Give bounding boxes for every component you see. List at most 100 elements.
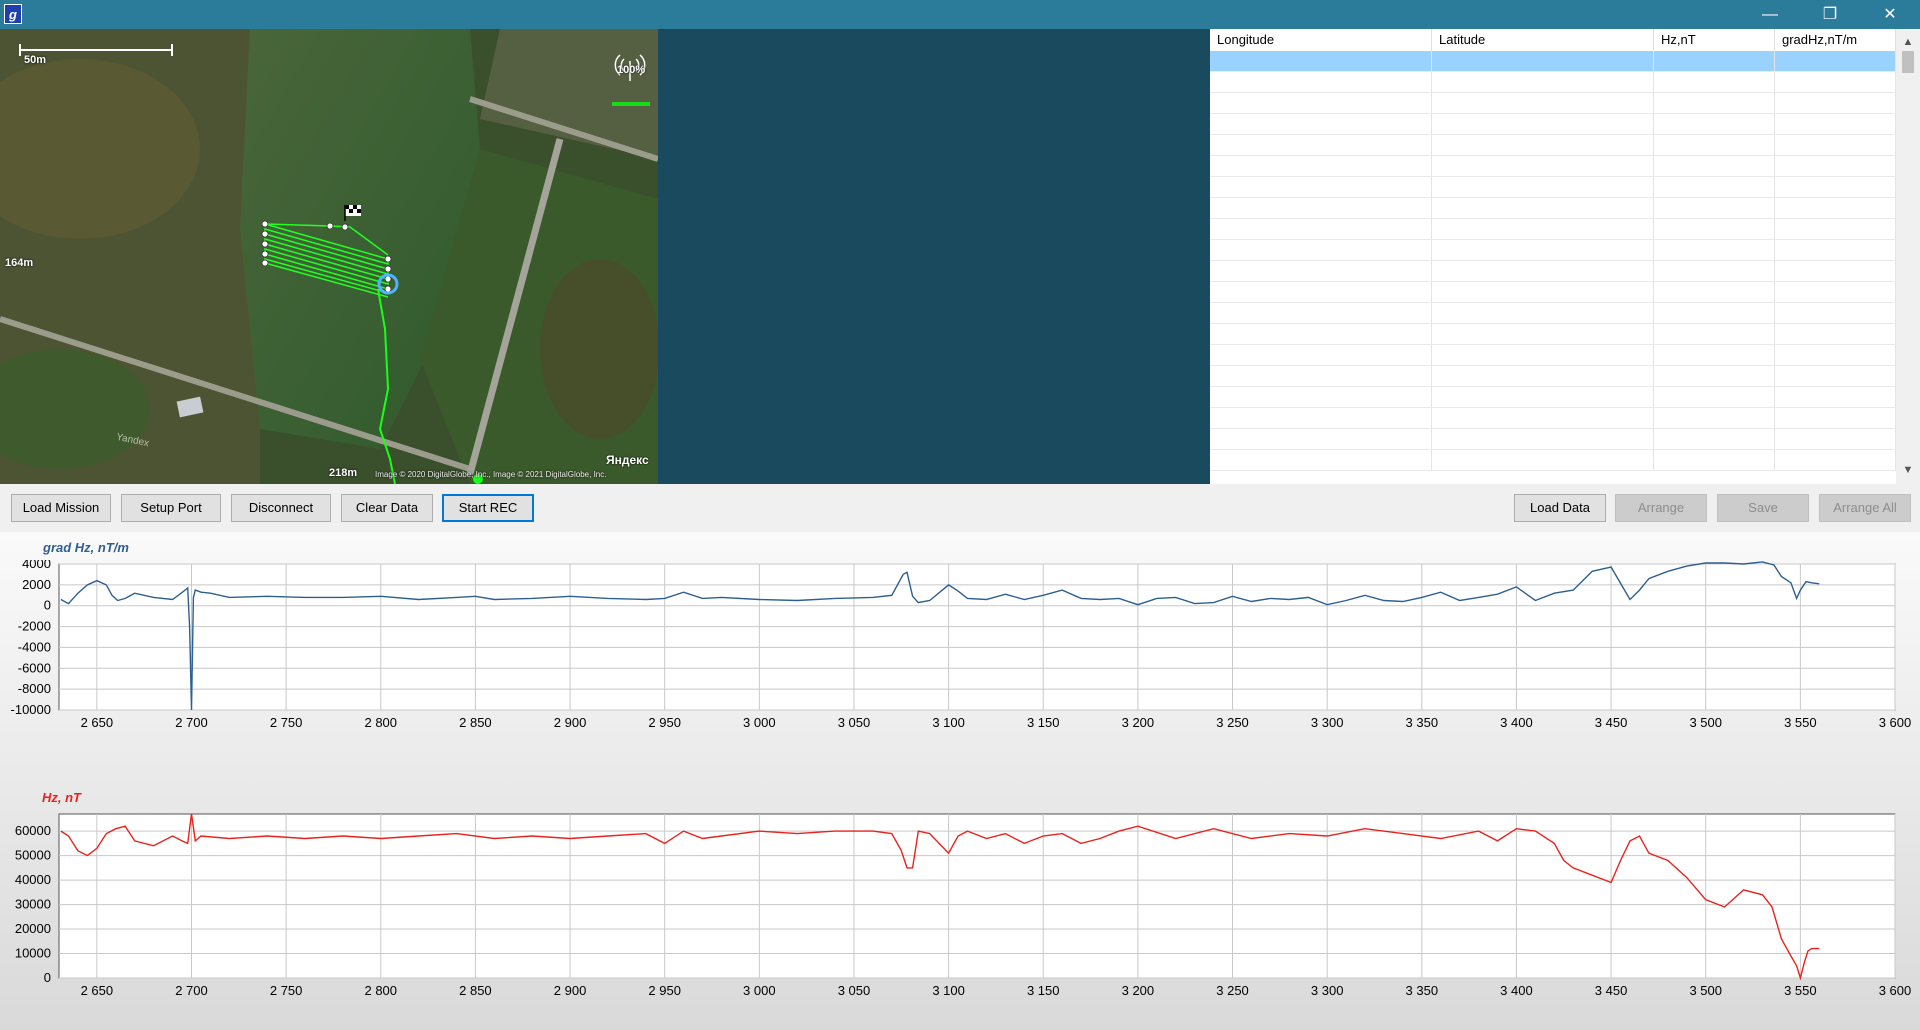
- table-cell[interactable]: [1432, 261, 1654, 281]
- table-row[interactable]: [1210, 198, 1896, 219]
- table-cell[interactable]: [1654, 387, 1775, 407]
- table-cell[interactable]: [1210, 345, 1432, 365]
- table-cell[interactable]: [1432, 156, 1654, 176]
- table-cell[interactable]: [1432, 429, 1654, 449]
- table-row[interactable]: [1210, 51, 1896, 72]
- table-cell[interactable]: [1432, 240, 1654, 260]
- table-row[interactable]: [1210, 303, 1896, 324]
- table-cell[interactable]: [1775, 93, 1896, 113]
- table-cell[interactable]: [1432, 93, 1654, 113]
- grid-scrollbar[interactable]: ▲ ▼: [1896, 29, 1920, 484]
- table-row[interactable]: [1210, 324, 1896, 345]
- table-cell[interactable]: [1654, 429, 1775, 449]
- table-cell[interactable]: [1432, 387, 1654, 407]
- table-cell[interactable]: [1775, 387, 1896, 407]
- table-cell[interactable]: [1210, 114, 1432, 134]
- table-cell[interactable]: [1210, 72, 1432, 92]
- table-cell[interactable]: [1210, 366, 1432, 386]
- table-row[interactable]: [1210, 345, 1896, 366]
- table-cell[interactable]: [1775, 240, 1896, 260]
- table-cell[interactable]: [1654, 324, 1775, 344]
- table-cell[interactable]: [1210, 261, 1432, 281]
- table-cell[interactable]: [1775, 72, 1896, 92]
- table-cell[interactable]: [1210, 219, 1432, 239]
- table-cell[interactable]: [1775, 429, 1896, 449]
- table-cell[interactable]: [1432, 198, 1654, 218]
- column-header-longitude[interactable]: Longitude: [1210, 29, 1432, 51]
- table-cell[interactable]: [1654, 240, 1775, 260]
- table-cell[interactable]: [1654, 198, 1775, 218]
- start-rec-button[interactable]: Start REC: [442, 494, 534, 522]
- table-row[interactable]: [1210, 366, 1896, 387]
- table-cell[interactable]: [1432, 114, 1654, 134]
- load-mission-button[interactable]: Load Mission: [11, 494, 111, 522]
- table-cell[interactable]: [1775, 219, 1896, 239]
- table-cell[interactable]: [1210, 240, 1432, 260]
- table-row[interactable]: [1210, 114, 1896, 135]
- scroll-up-icon[interactable]: ▲: [1896, 33, 1920, 51]
- table-cell[interactable]: [1654, 177, 1775, 197]
- table-cell[interactable]: [1210, 156, 1432, 176]
- arrange-button[interactable]: Arrange: [1615, 494, 1707, 522]
- table-cell[interactable]: [1654, 261, 1775, 281]
- table-cell[interactable]: [1775, 408, 1896, 428]
- close-button[interactable]: ✕: [1860, 0, 1920, 29]
- satellite-map[interactable]: 50m 100% 164m 218m Yandex Image © 2020 D…: [0, 29, 658, 484]
- table-cell[interactable]: [1210, 324, 1432, 344]
- table-cell[interactable]: [1210, 387, 1432, 407]
- table-cell[interactable]: [1775, 303, 1896, 323]
- table-cell[interactable]: [1210, 282, 1432, 302]
- table-cell[interactable]: [1775, 135, 1896, 155]
- table-cell[interactable]: [1432, 450, 1654, 470]
- hz-chart[interactable]: 2 650 2 700 2 750 2 800 2 850 2 900 2 950 3 000…: [0, 810, 1920, 1030]
- table-cell[interactable]: [1210, 198, 1432, 218]
- table-cell[interactable]: [1210, 429, 1432, 449]
- disconnect-button[interactable]: Disconnect: [231, 494, 331, 522]
- save-button[interactable]: Save: [1717, 494, 1809, 522]
- table-row[interactable]: [1210, 429, 1896, 450]
- table-cell[interactable]: [1654, 135, 1775, 155]
- table-cell[interactable]: [1432, 345, 1654, 365]
- scroll-down-icon[interactable]: ▼: [1896, 461, 1920, 479]
- table-cell[interactable]: [1210, 408, 1432, 428]
- table-cell[interactable]: [1432, 219, 1654, 239]
- table-row[interactable]: [1210, 450, 1896, 471]
- table-row[interactable]: [1210, 261, 1896, 282]
- table-cell[interactable]: [1210, 450, 1432, 470]
- grad-hz-chart[interactable]: 2 650 2 700 2 750 2 800 2 850 2 900 2 950 3 000…: [0, 560, 1920, 760]
- table-cell[interactable]: [1432, 408, 1654, 428]
- table-cell[interactable]: [1432, 72, 1654, 92]
- table-cell[interactable]: [1432, 51, 1654, 71]
- table-cell[interactable]: [1775, 51, 1896, 71]
- arrange-all-button[interactable]: Arrange All: [1819, 494, 1911, 522]
- table-row[interactable]: [1210, 282, 1896, 303]
- table-cell[interactable]: [1210, 135, 1432, 155]
- table-cell[interactable]: [1432, 303, 1654, 323]
- table-cell[interactable]: [1775, 450, 1896, 470]
- table-cell[interactable]: [1775, 366, 1896, 386]
- table-cell[interactable]: [1654, 282, 1775, 302]
- load-data-button[interactable]: Load Data: [1514, 494, 1606, 522]
- table-row[interactable]: [1210, 93, 1896, 114]
- table-cell[interactable]: [1654, 408, 1775, 428]
- table-cell[interactable]: [1775, 114, 1896, 134]
- table-cell[interactable]: [1210, 93, 1432, 113]
- table-row[interactable]: [1210, 72, 1896, 93]
- table-cell[interactable]: [1432, 177, 1654, 197]
- table-row[interactable]: [1210, 219, 1896, 240]
- table-cell[interactable]: [1775, 177, 1896, 197]
- data-grid[interactable]: Longitude Latitude Hz,nT gradHz,nT/m ▲ ▼: [1210, 29, 1920, 484]
- table-cell[interactable]: [1775, 324, 1896, 344]
- table-cell[interactable]: [1210, 177, 1432, 197]
- table-cell[interactable]: [1654, 51, 1775, 71]
- column-header-latitude[interactable]: Latitude: [1432, 29, 1654, 51]
- table-cell[interactable]: [1775, 282, 1896, 302]
- table-cell[interactable]: [1775, 198, 1896, 218]
- table-cell[interactable]: [1775, 156, 1896, 176]
- table-cell[interactable]: [1432, 135, 1654, 155]
- minimize-button[interactable]: —: [1740, 0, 1800, 29]
- table-cell[interactable]: [1775, 261, 1896, 281]
- table-cell[interactable]: [1210, 51, 1432, 71]
- table-cell[interactable]: [1775, 345, 1896, 365]
- table-cell[interactable]: [1210, 303, 1432, 323]
